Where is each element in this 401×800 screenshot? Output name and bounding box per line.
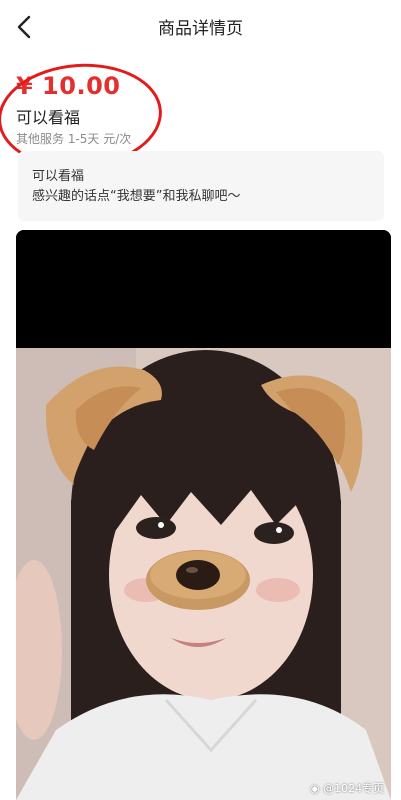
weibo-watermark: ◉ @1024专页 (310, 780, 384, 796)
description-line-2: 感兴趣的话点“我想要”和我私聊吧～ (32, 189, 241, 204)
photo-illustration (16, 230, 391, 800)
description-card: 可以看福 感兴趣的话点“我想要”和我私聊吧～ (18, 151, 384, 221)
watermark-text: @1024专页 (323, 782, 385, 795)
top-bar: 商品详情页 (0, 0, 401, 52)
description-line-1: 可以看福 (32, 169, 85, 184)
product-photo[interactable] (16, 230, 391, 800)
page-title: 商品详情页 (158, 19, 243, 39)
weibo-icon: ◉ (310, 782, 320, 795)
